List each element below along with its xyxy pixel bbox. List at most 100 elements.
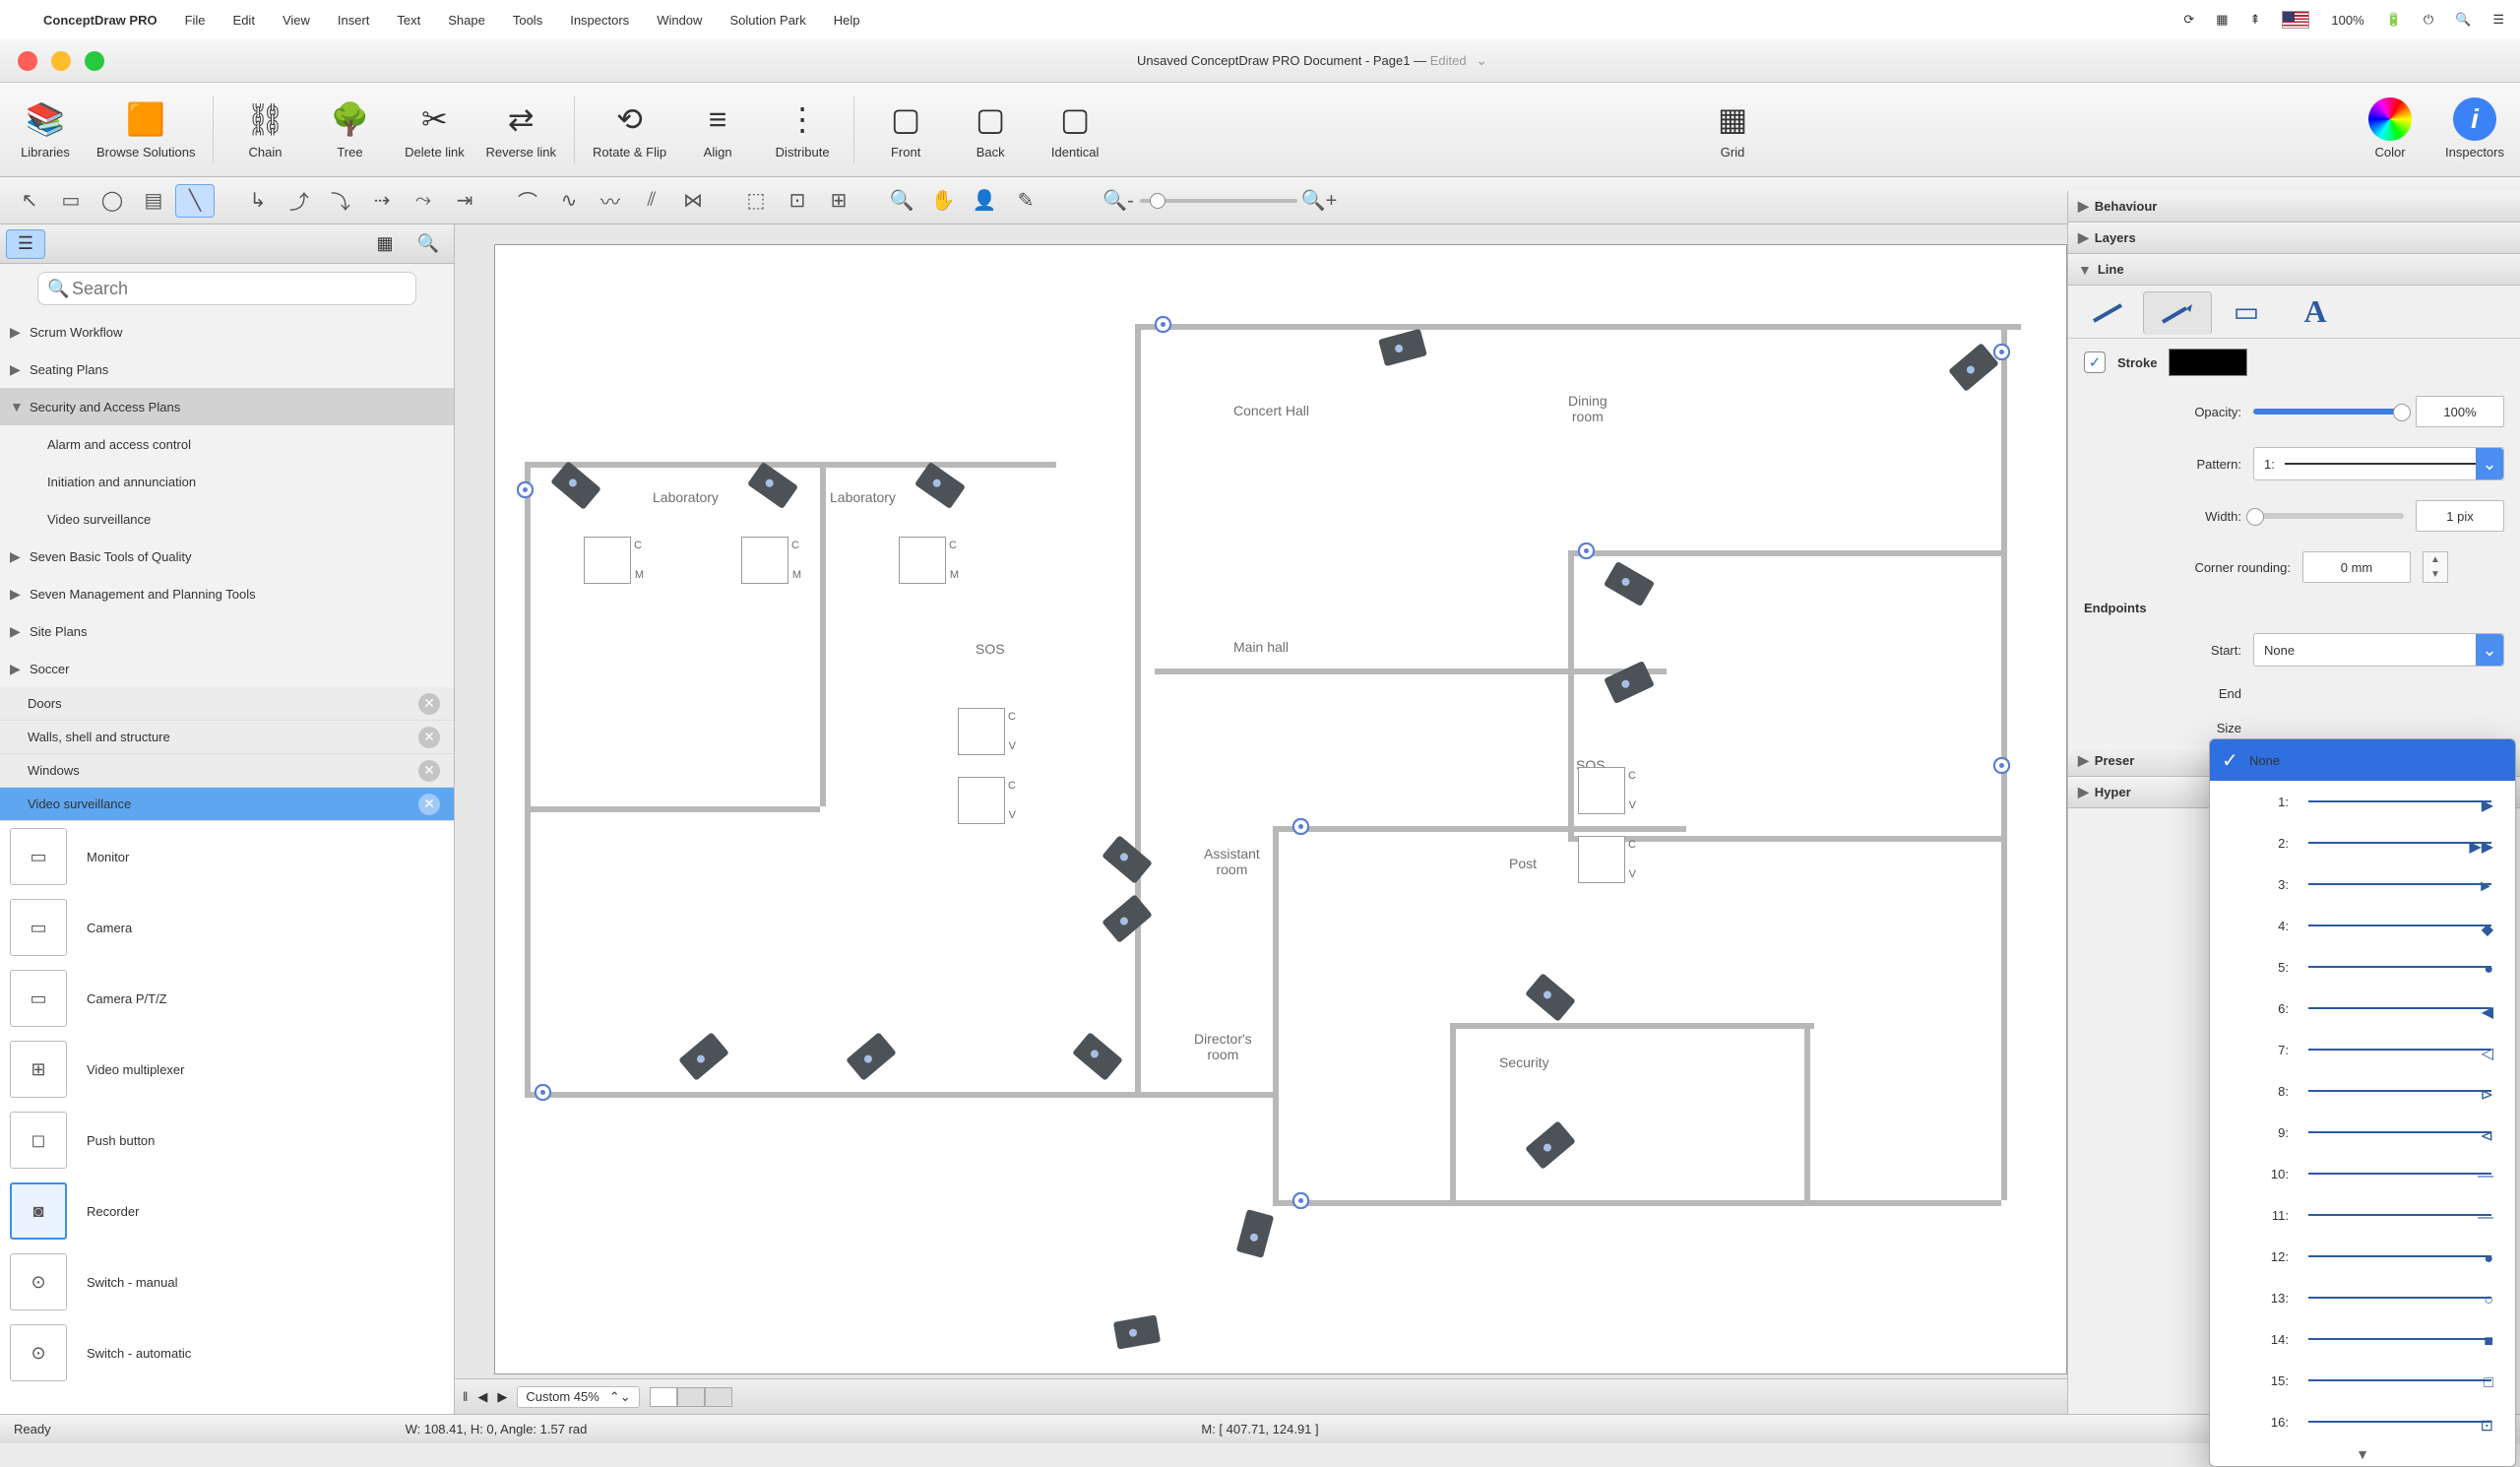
tab-line[interactable] bbox=[2074, 290, 2143, 334]
camera-shape[interactable] bbox=[747, 462, 798, 509]
close-icon[interactable]: ✕ bbox=[418, 693, 440, 715]
search-input[interactable] bbox=[37, 272, 416, 305]
camera-shape[interactable] bbox=[1072, 1032, 1123, 1081]
dropdown-scroll-down[interactable]: ▼ bbox=[2210, 1442, 2515, 1466]
color-button[interactable]: Color bbox=[2357, 99, 2424, 159]
menu-shape[interactable]: Shape bbox=[448, 13, 485, 28]
menu-window[interactable]: Window bbox=[657, 13, 702, 28]
battery-icon[interactable]: 🔋 bbox=[2386, 12, 2402, 28]
stencil-item[interactable]: ▭Monitor bbox=[0, 821, 454, 892]
dropdown-item[interactable]: 10:— bbox=[2210, 1153, 2515, 1194]
camera-shape[interactable] bbox=[914, 462, 966, 509]
sync-icon[interactable]: ⟳ bbox=[2183, 12, 2194, 28]
pager-next[interactable]: ▶ bbox=[497, 1389, 507, 1405]
endpoint-dropdown[interactable]: None 1:▶2:▶▶3:►4:◆5:●6:◀7:◁8:⊳9:⊲10:—11:… bbox=[2209, 738, 2516, 1467]
menu-file[interactable]: File bbox=[185, 13, 206, 28]
tab-text[interactable]: A bbox=[2281, 290, 2350, 334]
tool-line[interactable]: ╲ bbox=[175, 184, 215, 218]
tool-curve-1[interactable]: ⌒ bbox=[508, 184, 547, 218]
width-value[interactable]: 1 pix bbox=[2416, 500, 2504, 532]
stencil-item[interactable]: ⊙Switch - manual bbox=[0, 1246, 454, 1317]
tree-item[interactable]: ▶Seating Plans bbox=[0, 351, 454, 388]
menu-view[interactable]: View bbox=[283, 13, 310, 28]
canvas[interactable]: Concert Hall Dining room Laboratory Labo… bbox=[494, 244, 2067, 1374]
zoom-readout[interactable]: Custom 45%⌃⌄ bbox=[517, 1386, 639, 1408]
back-button[interactable]: ▢Back bbox=[957, 99, 1024, 159]
chain-button[interactable]: ⛓Chain bbox=[231, 99, 298, 159]
distribute-button[interactable]: ⋮Distribute bbox=[769, 99, 836, 159]
tool-curve-2[interactable]: ∿ bbox=[549, 184, 589, 218]
camera-shape[interactable] bbox=[1604, 661, 1655, 704]
camera-shape[interactable] bbox=[1113, 1314, 1161, 1349]
tab-arrow[interactable] bbox=[2143, 291, 2212, 335]
dropdown-item[interactable]: 8:⊳ bbox=[2210, 1070, 2515, 1112]
opacity-value[interactable]: 100% bbox=[2416, 396, 2504, 427]
tool-person[interactable]: 👤 bbox=[965, 184, 1004, 218]
reverse-link-button[interactable]: ⇄Reverse link bbox=[485, 99, 556, 159]
tab-fill[interactable]: ▭ bbox=[2212, 290, 2281, 334]
inspector-line[interactable]: ▼Line bbox=[2068, 254, 2520, 286]
tool-pointer[interactable]: ↖ bbox=[10, 184, 49, 218]
tool-connector-5[interactable]: ⤳ bbox=[404, 184, 443, 218]
tool-group-2[interactable]: ⊡ bbox=[778, 184, 817, 218]
tool-curve-3[interactable]: 〰 bbox=[591, 184, 630, 218]
camera-shape[interactable] bbox=[1604, 561, 1655, 606]
pattern-select[interactable]: 1: bbox=[2253, 447, 2504, 480]
tree-item[interactable]: ▶Seven Basic Tools of Quality bbox=[0, 538, 454, 575]
library-tab[interactable]: Video surveillance✕ bbox=[0, 788, 454, 821]
camera-shape[interactable] bbox=[1236, 1209, 1274, 1258]
tool-connector-4[interactable]: ⇢ bbox=[362, 184, 402, 218]
menu-help[interactable]: Help bbox=[834, 13, 860, 28]
tool-connector-6[interactable]: ⇥ bbox=[445, 184, 484, 218]
tool-rect[interactable]: ▭ bbox=[51, 184, 91, 218]
panel-mode-list[interactable]: ☰ bbox=[6, 229, 45, 259]
library-tab[interactable]: Walls, shell and structure✕ bbox=[0, 721, 454, 754]
dropdown-item[interactable]: 16:⊡ bbox=[2210, 1401, 2515, 1442]
device-shape[interactable]: CM bbox=[899, 537, 946, 584]
stroke-color-swatch[interactable] bbox=[2169, 349, 2247, 376]
dropdown-item[interactable]: 15:□ bbox=[2210, 1360, 2515, 1401]
dropdown-item[interactable]: 12:● bbox=[2210, 1236, 2515, 1277]
dropdown-item-none[interactable]: None bbox=[2210, 739, 2515, 781]
menu-tools[interactable]: Tools bbox=[513, 13, 542, 28]
tool-group-3[interactable]: ⊞ bbox=[819, 184, 858, 218]
minimize-button[interactable] bbox=[51, 51, 71, 71]
wifi-icon[interactable]: ⇞ bbox=[2250, 12, 2261, 28]
flag-icon[interactable] bbox=[2282, 11, 2309, 29]
dropdown-item[interactable]: 2:▶▶ bbox=[2210, 822, 2515, 863]
tool-connector-1[interactable]: ↳ bbox=[238, 184, 278, 218]
start-select[interactable]: None bbox=[2253, 633, 2504, 667]
tool-zoom[interactable]: 🔍 bbox=[882, 184, 921, 218]
menu-inspectors[interactable]: Inspectors bbox=[570, 13, 629, 28]
dropdown-item[interactable]: 14:■ bbox=[2210, 1318, 2515, 1360]
front-button[interactable]: ▢Front bbox=[872, 99, 939, 159]
pager-prev[interactable]: ◀ bbox=[477, 1389, 487, 1405]
tree-item[interactable]: ▶Seven Management and Planning Tools bbox=[0, 575, 454, 612]
dropdown-item[interactable]: 3:► bbox=[2210, 863, 2515, 905]
menu-insert[interactable]: Insert bbox=[338, 13, 370, 28]
camera-shape[interactable] bbox=[1102, 894, 1153, 943]
tool-group-1[interactable]: ⬚ bbox=[736, 184, 776, 218]
zoom-out-icon[interactable]: 🔍- bbox=[1099, 184, 1138, 218]
page-tabs[interactable] bbox=[650, 1387, 732, 1407]
app-name[interactable]: ConceptDraw PRO bbox=[43, 13, 158, 28]
camera-shape[interactable] bbox=[550, 461, 601, 510]
grid-icon[interactable]: ▦ bbox=[2216, 12, 2228, 28]
tree-button[interactable]: 🌳Tree bbox=[316, 99, 383, 159]
close-button[interactable] bbox=[18, 51, 37, 71]
inspectors-button[interactable]: iInspectors bbox=[2441, 99, 2508, 159]
device-shape[interactable]: CV bbox=[1578, 836, 1625, 883]
inspector-layers[interactable]: ▶Layers bbox=[2068, 223, 2520, 254]
list-icon[interactable]: ☰ bbox=[2492, 12, 2504, 28]
dropdown-item[interactable]: 7:◁ bbox=[2210, 1029, 2515, 1070]
camera-shape[interactable] bbox=[678, 1032, 729, 1081]
delete-link-button[interactable]: ✂Delete link bbox=[401, 99, 468, 159]
dropdown-item[interactable]: 9:⊲ bbox=[2210, 1112, 2515, 1153]
identical-button[interactable]: ▢Identical bbox=[1041, 99, 1108, 159]
stencil-item[interactable]: ⊙Switch - automatic bbox=[0, 1317, 454, 1388]
stencil-item[interactable]: ◻Push button bbox=[0, 1105, 454, 1176]
device-shape[interactable]: CM bbox=[741, 537, 788, 584]
close-icon[interactable]: ✕ bbox=[418, 794, 440, 815]
tree-item[interactable]: Alarm and access control bbox=[0, 425, 454, 463]
camera-shape[interactable] bbox=[1525, 973, 1576, 1022]
